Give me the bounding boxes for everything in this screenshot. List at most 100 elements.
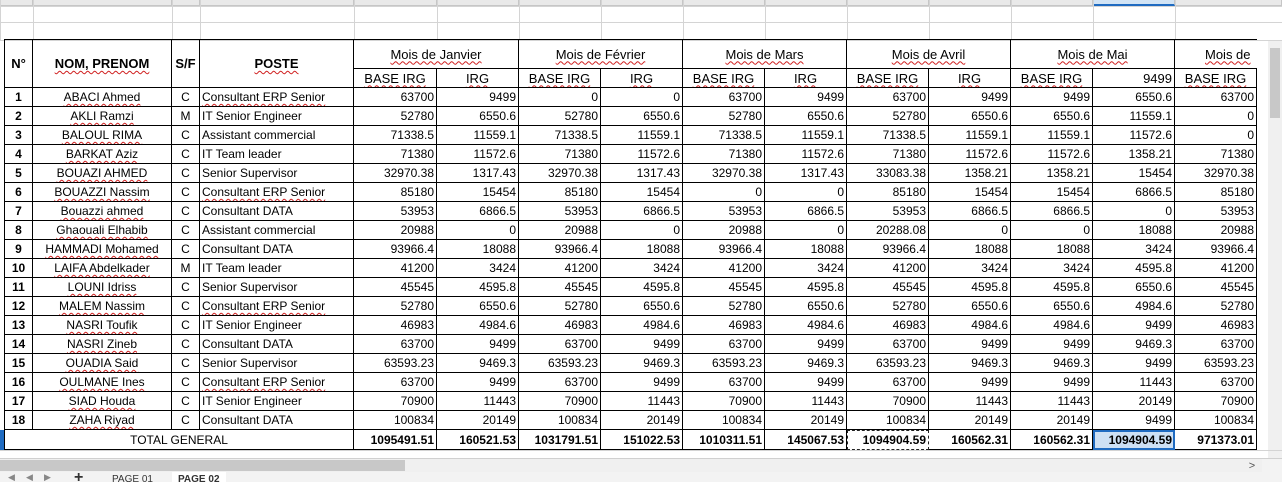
employee-name[interactable]: BOUAZZI Nassim (33, 183, 172, 202)
value-cell[interactable]: 18088 (437, 240, 519, 259)
value-cell[interactable]: 1317.43 (437, 164, 519, 183)
tab-page-02[interactable]: PAGE 02 (172, 472, 226, 483)
employee-name[interactable]: OULMANE Ines (33, 373, 172, 392)
value-cell[interactable]: 20288.08 (847, 221, 929, 240)
value-cell[interactable]: 1317.43 (765, 164, 847, 183)
value-cell[interactable]: 9499 (765, 88, 847, 107)
value-cell[interactable]: 9499 (765, 373, 847, 392)
employee-poste[interactable]: Assistant commercial (200, 221, 354, 240)
value-cell[interactable]: 45545 (354, 278, 437, 297)
value-cell[interactable]: 18088 (1011, 240, 1093, 259)
value-cell[interactable]: 9499 (1011, 88, 1093, 107)
employee-name[interactable]: Ghaouali Elhabib (33, 221, 172, 240)
value-cell[interactable]: 15454 (437, 183, 519, 202)
value-cell[interactable]: 6550.6 (1011, 107, 1093, 126)
value-cell[interactable]: 63700 (1175, 335, 1257, 354)
value-cell[interactable]: 85180 (1175, 183, 1257, 202)
employee-poste[interactable]: IT Senior Engineer (200, 107, 354, 126)
horizontal-scrollbar[interactable]: > (0, 459, 1262, 472)
value-cell[interactable]: 11572.6 (1093, 126, 1175, 145)
value-cell[interactable]: 1358.21 (1093, 145, 1175, 164)
value-cell[interactable]: 63593.23 (847, 354, 929, 373)
employee-sf[interactable]: C (172, 126, 200, 145)
employee-sf[interactable]: C (172, 202, 200, 221)
value-cell[interactable]: 6550.6 (765, 107, 847, 126)
value-cell[interactable]: 4595.8 (765, 278, 847, 297)
value-cell[interactable]: 71338.5 (519, 126, 601, 145)
employee-sf[interactable]: M (172, 107, 200, 126)
value-cell[interactable]: 46983 (847, 316, 929, 335)
value-cell[interactable]: 53953 (519, 202, 601, 221)
value-cell[interactable]: 63700 (847, 88, 929, 107)
row-number[interactable]: 18 (5, 411, 33, 430)
tab-prev-icon[interactable]: ◀ (26, 472, 33, 483)
value-cell[interactable]: 70900 (847, 392, 929, 411)
row-number[interactable]: 16 (5, 373, 33, 392)
value-cell[interactable]: 11443 (601, 392, 683, 411)
value-cell[interactable]: 46983 (683, 316, 765, 335)
spreadsheet-grid[interactable]: N° NOM, PRENOM S/F POSTE Mois de Janvier Mois… (0, 0, 1282, 458)
value-cell[interactable]: 53953 (847, 202, 929, 221)
value-cell[interactable]: 100834 (354, 411, 437, 430)
value-cell[interactable]: 0 (437, 221, 519, 240)
value-cell[interactable]: 3424 (1093, 240, 1175, 259)
row-number[interactable]: 13 (5, 316, 33, 335)
row-number[interactable]: 5 (5, 164, 33, 183)
value-cell[interactable]: 20988 (1175, 221, 1257, 240)
total-cell[interactable]: 145067.53 (765, 430, 847, 450)
value-cell[interactable]: 6866.5 (765, 202, 847, 221)
value-cell[interactable]: 20988 (519, 221, 601, 240)
employee-poste[interactable]: IT Team leader (200, 145, 354, 164)
value-cell[interactable]: 93966.4 (683, 240, 765, 259)
value-cell[interactable]: 11559.1 (1093, 107, 1175, 126)
subheader[interactable]: BASE IRG (354, 69, 437, 88)
value-cell[interactable]: 20149 (437, 411, 519, 430)
value-cell[interactable]: 11443 (1093, 373, 1175, 392)
value-cell[interactable]: 63700 (683, 88, 765, 107)
value-cell[interactable]: 6866.5 (437, 202, 519, 221)
employee-poste[interactable]: Consultant ERP Senior (200, 88, 354, 107)
value-cell[interactable]: 9499 (437, 88, 519, 107)
value-cell[interactable]: 63593.23 (354, 354, 437, 373)
value-cell[interactable]: 9469.3 (929, 354, 1011, 373)
value-cell[interactable]: 6550.6 (1011, 297, 1093, 316)
value-cell[interactable]: 32970.38 (683, 164, 765, 183)
value-cell[interactable]: 9499 (1093, 316, 1175, 335)
row-number[interactable]: 4 (5, 145, 33, 164)
value-cell[interactable]: 53953 (354, 202, 437, 221)
row-number[interactable]: 8 (5, 221, 33, 240)
value-cell[interactable]: 15454 (929, 183, 1011, 202)
value-cell[interactable]: 93966.4 (847, 240, 929, 259)
value-cell[interactable]: 11572.6 (929, 145, 1011, 164)
value-cell[interactable]: 20988 (354, 221, 437, 240)
value-cell[interactable]: 52780 (354, 107, 437, 126)
value-cell[interactable]: 6550.6 (1093, 88, 1175, 107)
row-number[interactable]: 15 (5, 354, 33, 373)
value-cell[interactable]: 0 (1175, 107, 1257, 126)
value-cell[interactable]: 63700 (847, 373, 929, 392)
value-cell[interactable]: 11572.6 (1011, 145, 1093, 164)
total-cell[interactable]: 160562.31 (1011, 430, 1093, 450)
subheader[interactable]: 9499 (1093, 69, 1175, 88)
value-cell[interactable]: 4984.6 (437, 316, 519, 335)
add-sheet-button[interactable]: + (74, 472, 83, 483)
value-cell[interactable]: 9499 (1093, 411, 1175, 430)
value-cell[interactable]: 71380 (354, 145, 437, 164)
value-cell[interactable]: 0 (765, 221, 847, 240)
subheader[interactable]: IRG (601, 69, 683, 88)
value-cell[interactable]: 53953 (683, 202, 765, 221)
header-no[interactable]: N° (5, 40, 33, 88)
value-cell[interactable]: 6550.6 (929, 297, 1011, 316)
employee-poste[interactable]: IT Senior Engineer (200, 392, 354, 411)
tab-first-icon[interactable]: ◀ (8, 472, 15, 483)
value-cell[interactable]: 11559.1 (437, 126, 519, 145)
value-cell[interactable]: 1317.43 (601, 164, 683, 183)
value-cell[interactable]: 9499 (929, 335, 1011, 354)
row-number[interactable]: 17 (5, 392, 33, 411)
value-cell[interactable]: 93966.4 (1175, 240, 1257, 259)
employee-poste[interactable]: Consultant DATA (200, 240, 354, 259)
employee-sf[interactable]: C (172, 145, 200, 164)
value-cell[interactable]: 20149 (601, 411, 683, 430)
employee-poste[interactable]: Consultant ERP Senior (200, 297, 354, 316)
employee-name[interactable]: BOUAZI AHMED (33, 164, 172, 183)
